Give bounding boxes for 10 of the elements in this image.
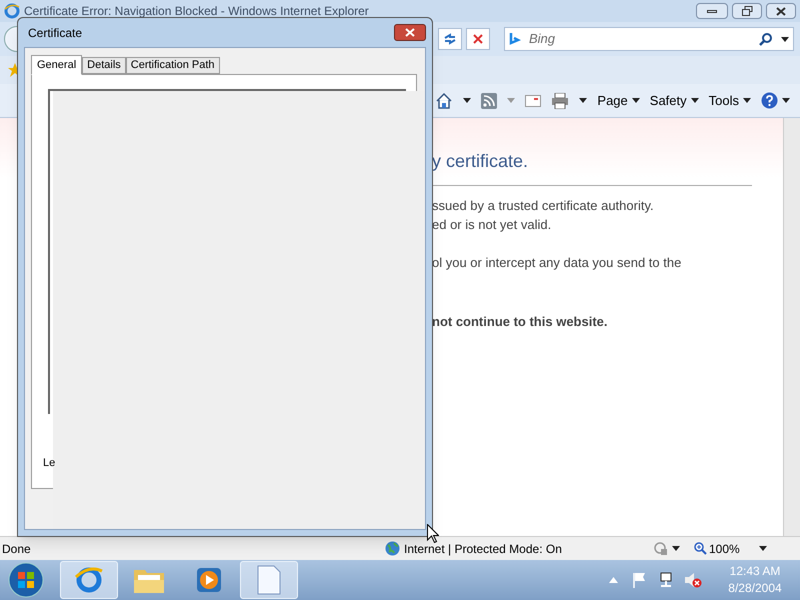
status-text: Done [1,540,32,558]
window-title: Certificate Error: Navigation Blocked - Windows Internet Explorer [24,3,369,20]
page-heading: y certificate. [432,150,530,173]
dialog-title: Certificate [28,24,82,42]
body-text: ol you or intercept any data you send to the [432,254,682,272]
body-text: ssued by a trusted certificate authority. [432,197,655,215]
warning-text: not continue to this website. [432,313,608,331]
label-text: Le [43,456,56,471]
body-text: ed or is not yet valid. [432,216,552,234]
security-zone-text: Internet | Protected Mode: On [404,540,563,558]
